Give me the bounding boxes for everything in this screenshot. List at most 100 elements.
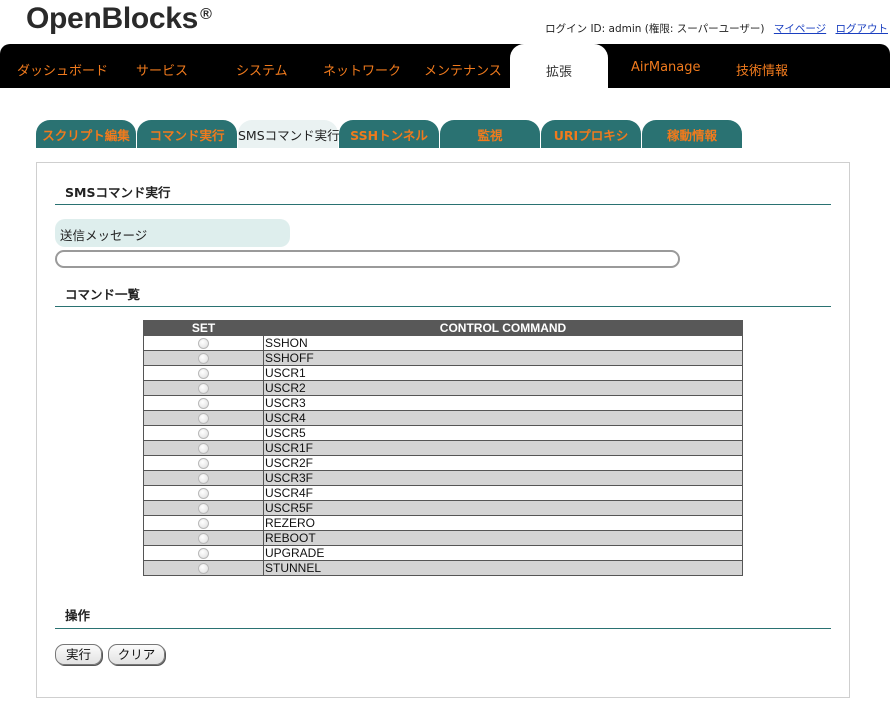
command-name-cell: USCR4 [263, 410, 743, 426]
command-column-header: CONTROL COMMAND [263, 320, 743, 336]
send-message-input[interactable] [55, 250, 680, 268]
table-row: USCR4F [143, 485, 743, 501]
command-radio[interactable] [198, 487, 209, 499]
sms-section-divider [55, 204, 831, 205]
nav-item-extension[interactable]: 拡張 [510, 44, 608, 88]
command-radio[interactable] [198, 502, 209, 514]
tab-sms-command-exec[interactable]: SMSコマンド実行 [238, 120, 340, 148]
tab-uri-proxy[interactable]: URIプロキシ [541, 120, 641, 148]
table-row: USCR2 [143, 380, 743, 396]
set-cell [143, 365, 264, 381]
command-radio[interactable] [198, 472, 209, 484]
command-name-cell: USCR2 [263, 380, 743, 396]
command-radio[interactable] [198, 457, 209, 469]
command-name-cell: REZERO [263, 515, 743, 531]
command-table: SET CONTROL COMMAND SSHON SSHOFF USCR1 USCR… [143, 320, 743, 576]
nav-item-service[interactable]: サービス [136, 60, 188, 79]
command-radio[interactable] [198, 442, 209, 454]
table-row: REZERO [143, 515, 743, 531]
table-row: UPGRADE [143, 545, 743, 561]
table-row: USCR3F [143, 470, 743, 486]
command-radio[interactable] [198, 427, 209, 439]
set-cell [143, 335, 264, 351]
command-list-title: コマンド一覧 [65, 287, 141, 302]
set-cell [143, 530, 264, 546]
command-radio[interactable] [198, 562, 209, 574]
command-name-cell: USCR2F [263, 455, 743, 471]
set-cell [143, 545, 264, 561]
command-name-cell: SSHOFF [263, 350, 743, 366]
command-radio[interactable] [198, 337, 209, 349]
login-info: ログイン ID: admin (権限: スーパーユーザー) [545, 23, 765, 35]
command-radio[interactable] [198, 517, 209, 529]
set-cell [143, 485, 264, 501]
tab-operation-info[interactable]: 稼動情報 [642, 120, 742, 148]
set-cell [143, 515, 264, 531]
table-row: USCR4 [143, 410, 743, 426]
clear-button[interactable]: クリア [108, 644, 165, 665]
operation-section-title: 操作 [65, 608, 91, 623]
tab-ssh-tunnel[interactable]: SSHトンネル [339, 120, 439, 148]
openblocks-logo: OpenBlocks ® [26, 2, 212, 36]
table-row: USCR3 [143, 395, 743, 411]
sms-section-title: SMSコマンド実行 [65, 185, 171, 200]
set-cell [143, 425, 264, 441]
set-cell [143, 410, 264, 426]
command-name-cell: USCR1F [263, 440, 743, 456]
operation-section-divider [55, 628, 831, 629]
execute-button[interactable]: 実行 [55, 644, 102, 665]
logo-text: OpenBlocks [26, 2, 199, 35]
table-row: USCR5F [143, 500, 743, 516]
set-cell [143, 500, 264, 516]
table-row: SSHON [143, 335, 743, 351]
table-row: USCR5 [143, 425, 743, 441]
set-cell [143, 440, 264, 456]
command-name-cell: USCR3F [263, 470, 743, 486]
table-row: USCR1F [143, 440, 743, 456]
command-radio[interactable] [198, 382, 209, 394]
command-name-cell: USCR4F [263, 485, 743, 501]
set-cell [143, 560, 264, 576]
table-header-row: SET CONTROL COMMAND [143, 320, 743, 336]
table-row: SSHOFF [143, 350, 743, 366]
command-name-cell: USCR5 [263, 425, 743, 441]
nav-item-network[interactable]: ネットワーク [323, 60, 401, 79]
set-cell [143, 380, 264, 396]
command-name-cell: UPGRADE [263, 545, 743, 561]
mypage-link[interactable]: マイページ [774, 23, 826, 35]
table-row: REBOOT [143, 530, 743, 546]
command-radio[interactable] [198, 412, 209, 424]
nav-item-system[interactable]: システム [236, 60, 288, 79]
tab-command-exec[interactable]: コマンド実行 [137, 120, 237, 148]
nav-item-maintenance[interactable]: メンテナンス [424, 60, 502, 79]
command-name-cell: SSHON [263, 335, 743, 351]
nav-item-dashboard[interactable]: ダッシュボード [17, 60, 108, 79]
command-name-cell: STUNNEL [263, 560, 743, 576]
command-radio[interactable] [198, 547, 209, 559]
command-radio[interactable] [198, 367, 209, 379]
command-name-cell: USCR5F [263, 500, 743, 516]
command-table-body: SSHON SSHOFF USCR1 USCR2 USCR3 USCR4 USCR5 USCR… [143, 335, 743, 576]
command-radio[interactable] [198, 352, 209, 364]
nav-item-tech-info[interactable]: 技術情報 [736, 60, 788, 79]
tab-script-edit[interactable]: スクリプト編集 [36, 120, 136, 148]
command-name-cell: REBOOT [263, 530, 743, 546]
tab-monitor[interactable]: 監視 [440, 120, 540, 148]
table-row: USCR1 [143, 365, 743, 381]
command-list-divider [55, 306, 831, 307]
user-bar: ログイン ID: admin (権限: スーパーユーザー) マイページ ログアウ… [545, 21, 888, 36]
set-column-header: SET [143, 320, 264, 336]
main-nav: ダッシュボード サービス システム ネットワーク メンテナンス 拡張 AirMa… [0, 44, 890, 88]
nav-item-airmanage[interactable]: AirManage [631, 60, 701, 75]
set-cell [143, 350, 264, 366]
command-name-cell: USCR1 [263, 365, 743, 381]
send-message-label: 送信メッセージ [55, 219, 290, 247]
table-row: STUNNEL [143, 560, 743, 576]
command-radio[interactable] [198, 397, 209, 409]
command-name-cell: USCR3 [263, 395, 743, 411]
table-row: USCR2F [143, 455, 743, 471]
command-radio[interactable] [198, 532, 209, 544]
registered-mark: ® [200, 6, 212, 23]
logout-link[interactable]: ログアウト [836, 23, 889, 35]
set-cell [143, 470, 264, 486]
